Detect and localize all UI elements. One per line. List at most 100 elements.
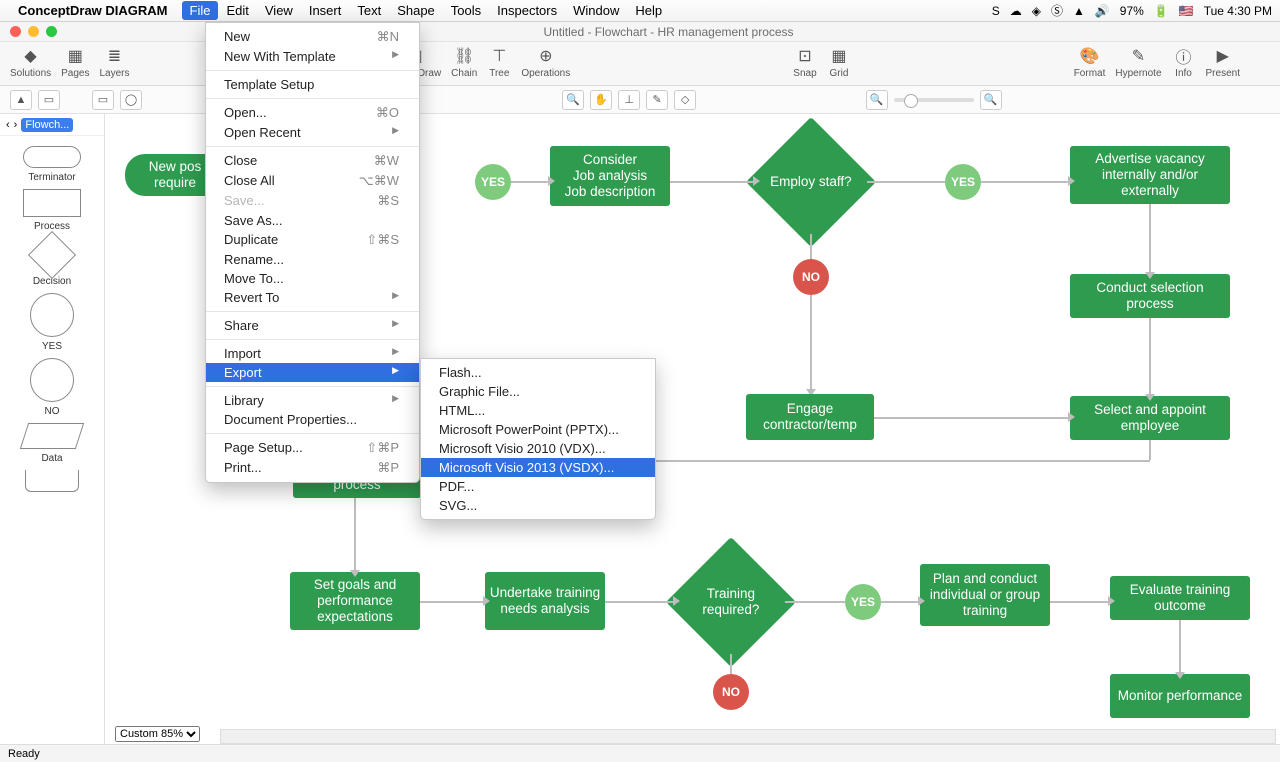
- crumb-label[interactable]: Flowch...: [21, 118, 73, 132]
- file-menu-item[interactable]: Save As...: [206, 211, 419, 230]
- zoom-in-icon[interactable]: 🔍: [562, 90, 584, 110]
- file-menu-item[interactable]: Export: [206, 363, 419, 382]
- menu-view[interactable]: View: [257, 1, 301, 20]
- file-menu-item[interactable]: New With Template: [206, 47, 419, 66]
- file-menu-item[interactable]: Save...⌘S: [206, 191, 419, 211]
- eraser-icon[interactable]: ◇: [674, 90, 696, 110]
- menu-help[interactable]: Help: [627, 1, 670, 20]
- node-selection[interactable]: Conduct selection process: [1070, 274, 1230, 318]
- zoom-window-button[interactable]: [46, 26, 57, 37]
- file-menu-item[interactable]: Open...⌘O: [206, 103, 419, 123]
- file-menu-item[interactable]: Open Recent: [206, 123, 419, 142]
- ellipse-tool[interactable]: ◯: [120, 90, 142, 110]
- flag-icon[interactable]: 🇺🇸: [1179, 4, 1194, 18]
- file-menu-item[interactable]: Library: [206, 391, 419, 410]
- export-menu-item[interactable]: Microsoft PowerPoint (PPTX)...: [421, 420, 655, 439]
- file-menu-item[interactable]: Template Setup: [206, 75, 419, 94]
- hand-tool[interactable]: ✋: [590, 90, 612, 110]
- eyedropper-icon[interactable]: ✎: [646, 90, 668, 110]
- menu-insert[interactable]: Insert: [301, 1, 350, 20]
- skype-icon[interactable]: Ⓢ: [1051, 2, 1063, 19]
- export-menu-item[interactable]: Microsoft Visio 2010 (VDX)...: [421, 439, 655, 458]
- shape-process[interactable]: Process: [23, 189, 81, 232]
- present-button[interactable]: ▶Present: [1206, 45, 1240, 79]
- node-engage[interactable]: Engage contractor/temp: [746, 394, 874, 440]
- file-menu-item[interactable]: Duplicate⇧⌘S: [206, 230, 419, 250]
- node-yes-1[interactable]: YES: [475, 164, 511, 200]
- library-breadcrumb[interactable]: ‹ › Flowch...: [0, 114, 104, 136]
- chain-button[interactable]: ⛓Chain: [451, 45, 477, 79]
- file-menu-item[interactable]: Move To...: [206, 269, 419, 288]
- shape-data[interactable]: Data: [24, 423, 80, 464]
- pointer-tool[interactable]: ▲: [10, 90, 32, 110]
- minimize-window-button[interactable]: [28, 26, 39, 37]
- node-no-2[interactable]: NO: [713, 674, 749, 710]
- node-evaluate[interactable]: Evaluate training outcome: [1110, 576, 1250, 620]
- cloud-icon[interactable]: ☁: [1010, 4, 1022, 18]
- volume-icon[interactable]: 🔊: [1095, 4, 1110, 18]
- node-employ[interactable]: Employ staff?: [746, 117, 876, 247]
- node-yes-3[interactable]: YES: [845, 584, 881, 620]
- node-training-needs[interactable]: Undertake training needs analysis: [485, 572, 605, 630]
- file-menu-item[interactable]: Share: [206, 316, 419, 335]
- menu-edit[interactable]: Edit: [218, 1, 256, 20]
- horizontal-scrollbar[interactable]: [220, 729, 1276, 744]
- fwd-icon[interactable]: ›: [14, 119, 18, 131]
- shape-terminator[interactable]: Terminator: [23, 146, 81, 183]
- rect-tool[interactable]: ▭: [92, 90, 114, 110]
- zoom-select[interactable]: Custom 85%: [115, 726, 200, 742]
- diamond-icon[interactable]: ◈: [1032, 4, 1041, 18]
- snap-button[interactable]: ⊡Snap: [793, 45, 817, 79]
- close-window-button[interactable]: [10, 26, 21, 37]
- export-menu-item[interactable]: Graphic File...: [421, 382, 655, 401]
- info-button[interactable]: ⓘInfo: [1172, 45, 1196, 79]
- clock[interactable]: Tue 4:30 PM: [1204, 4, 1272, 18]
- file-menu-item[interactable]: New⌘N: [206, 27, 419, 47]
- app-name[interactable]: ConceptDraw DIAGRAM: [18, 3, 168, 18]
- menu-text[interactable]: Text: [349, 1, 389, 20]
- shape-no[interactable]: NO: [30, 358, 74, 417]
- export-menu-item[interactable]: SVG...: [421, 496, 655, 515]
- battery-percent[interactable]: 97%: [1120, 4, 1144, 18]
- menu-shape[interactable]: Shape: [389, 1, 443, 20]
- file-menu-item[interactable]: Close All⌥⌘W: [206, 171, 419, 191]
- solutions-button[interactable]: ◆Solutions: [10, 45, 51, 79]
- shape-more[interactable]: [25, 470, 79, 492]
- node-monitor[interactable]: Monitor performance: [1110, 674, 1250, 718]
- zoom-fit-icon[interactable]: 🔍: [980, 90, 1002, 110]
- node-consider[interactable]: Consider Job analysis Job description: [550, 146, 670, 206]
- shape-decision[interactable]: Decision: [33, 238, 71, 287]
- zoom-out-icon[interactable]: 🔍: [866, 90, 888, 110]
- lock-tool[interactable]: ⊥: [618, 90, 640, 110]
- operations-button[interactable]: ⊕Operations: [521, 45, 570, 79]
- file-menu-item[interactable]: Print...⌘P: [206, 458, 419, 478]
- layers-button[interactable]: ≣Layers: [100, 45, 130, 79]
- shape-yes[interactable]: YES: [30, 293, 74, 352]
- file-menu-item[interactable]: Close⌘W: [206, 151, 419, 171]
- back-icon[interactable]: ‹: [6, 119, 10, 131]
- node-goals[interactable]: Set goals and performance expectations: [290, 572, 420, 630]
- file-menu-item[interactable]: Revert To: [206, 288, 419, 307]
- node-plan-training[interactable]: Plan and conduct individual or group tra…: [920, 564, 1050, 626]
- file-menu-item[interactable]: Import: [206, 344, 419, 363]
- export-menu-item[interactable]: HTML...: [421, 401, 655, 420]
- file-menu-item[interactable]: Document Properties...: [206, 410, 419, 429]
- export-menu-item[interactable]: Flash...: [421, 363, 655, 382]
- pages-button[interactable]: ▦Pages: [61, 45, 89, 79]
- menu-tools[interactable]: Tools: [443, 1, 489, 20]
- menu-window[interactable]: Window: [565, 1, 627, 20]
- grid-button[interactable]: ▦Grid: [827, 45, 851, 79]
- battery-icon[interactable]: 🔋: [1154, 4, 1169, 18]
- menu-file[interactable]: File: [182, 1, 219, 20]
- status-icon[interactable]: S: [992, 4, 1000, 18]
- wifi-icon[interactable]: ▲: [1073, 4, 1085, 18]
- node-training-req[interactable]: Training required?: [666, 537, 796, 667]
- marquee-tool[interactable]: ▭: [38, 90, 60, 110]
- file-menu-item[interactable]: Page Setup...⇧⌘P: [206, 438, 419, 458]
- export-menu-item[interactable]: PDF...: [421, 477, 655, 496]
- node-no-1[interactable]: NO: [793, 259, 829, 295]
- node-yes-2[interactable]: YES: [945, 164, 981, 200]
- hypernote-button[interactable]: ✎Hypernote: [1115, 45, 1161, 79]
- format-button[interactable]: 🎨Format: [1074, 45, 1106, 79]
- node-appoint[interactable]: Select and appoint employee: [1070, 396, 1230, 440]
